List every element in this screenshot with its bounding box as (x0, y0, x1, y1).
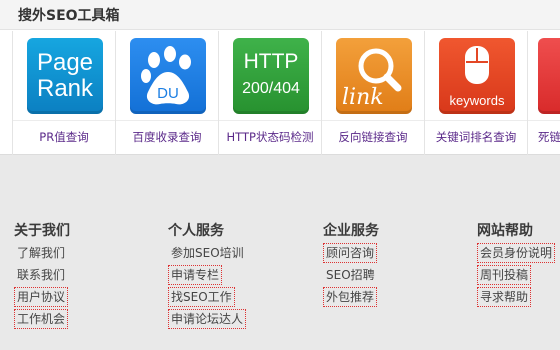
footer-link-contact[interactable]: 联系我们 (14, 265, 68, 285)
tool-label-deadlink[interactable]: 死链 (538, 129, 560, 145)
tool-label-baidu[interactable]: 百度收录查询 (116, 129, 218, 145)
footer-link-forum-expert[interactable]: 申请论坛达人 (168, 309, 247, 329)
divider (13, 120, 115, 121)
tool-keyword-rank[interactable]: keywords 关键词排名查询 (424, 31, 527, 155)
tool-label-keywords[interactable]: 关键词排名查询 (425, 129, 527, 145)
footer-link-membership[interactable]: 会员身份说明 (477, 243, 556, 263)
baidu-icon-text: DU (157, 85, 179, 102)
http-status-icon[interactable]: HTTP 200/404 (233, 38, 309, 114)
mouse-keywords-icon[interactable]: keywords (439, 38, 515, 114)
deadlink-icon[interactable] (538, 38, 560, 114)
tool-backlink[interactable]: link 反向链接查询 (321, 31, 424, 155)
divider (219, 120, 321, 121)
tool-label-pagerank[interactable]: PR值查询 (13, 129, 115, 145)
tool-baidu[interactable]: DU 百度收录查询 (115, 31, 218, 155)
footer-link-consulting[interactable]: 顾问咨询 (323, 243, 378, 263)
tool-label-backlink[interactable]: 反向链接查询 (322, 129, 424, 145)
keywords-icon-text: keywords (449, 93, 505, 108)
footer-link-apply-column[interactable]: 申请专栏 (168, 265, 223, 285)
baidu-paw-icon[interactable]: DU (130, 38, 206, 114)
pagerank-icon-text-1: Page (36, 49, 94, 76)
footer-heading-help: 网站帮助 (477, 223, 533, 239)
footer-heading-personal: 个人服务 (168, 223, 224, 239)
http-icon-text-2: 200/404 (242, 80, 300, 97)
footer-link-jobs[interactable]: 工作机会 (14, 309, 69, 329)
tool-grid: Page Rank PR值查询 DU 百度收录查询 HTTP 200/404 H… (0, 31, 560, 155)
footer-link-seo-training[interactable]: 参加SEO培训 (168, 243, 247, 263)
seo-toolbox-panel: 搜外SEO工具箱 Page Rank PR值查询 DU 百度收录查询 HTTP … (0, 0, 560, 155)
tool-http-status[interactable]: HTTP 200/404 HTTP状态码检测 (218, 31, 321, 155)
divider (425, 120, 527, 121)
footer-col-help: 网站帮助 会员身份说明 周刊投稿 寻求帮助 (477, 220, 560, 309)
tool-deadlink[interactable]: 死链 (527, 31, 560, 155)
pagerank-icon-text-2: Rank (36, 75, 94, 102)
footer-col-personal: 个人服务 参加SEO培训 申请专栏 找SEO工作 申请论坛达人 (168, 220, 308, 331)
divider (322, 120, 424, 121)
pagerank-icon[interactable]: Page Rank (27, 38, 103, 114)
site-footer: 关于我们 了解我们 联系我们 用户协议 工作机会 个人服务 参加SEO培训 申请… (0, 196, 560, 350)
footer-col-about: 关于我们 了解我们 联系我们 用户协议 工作机会 (14, 220, 154, 331)
footer-col-enterprise: 企业服务 顾问咨询 SEO招聘 外包推荐 (323, 220, 463, 309)
tool-pagerank[interactable]: Page Rank PR值查询 (12, 31, 115, 155)
panel-title: 搜外SEO工具箱 (18, 8, 120, 24)
footer-link-outsourcing[interactable]: 外包推荐 (323, 287, 378, 307)
footer-link-user-agreement[interactable]: 用户协议 (14, 287, 69, 307)
footer-link-find-seo-job[interactable]: 找SEO工作 (168, 287, 235, 307)
divider (116, 120, 218, 121)
magnifier-link-icon[interactable]: link (336, 38, 412, 114)
tool-label-http[interactable]: HTTP状态码检测 (219, 129, 321, 145)
footer-heading-about: 关于我们 (14, 223, 70, 239)
footer-link-about-us[interactable]: 了解我们 (14, 243, 68, 263)
footer-heading-enterprise: 企业服务 (323, 223, 379, 239)
footer-link-seek-help[interactable]: 寻求帮助 (477, 287, 532, 307)
panel-header: 搜外SEO工具箱 (0, 0, 560, 30)
footer-link-seo-recruit[interactable]: SEO招聘 (323, 265, 378, 285)
http-icon-text-1: HTTP (243, 50, 299, 73)
divider (528, 120, 560, 121)
footer-link-weekly-submit[interactable]: 周刊投稿 (477, 265, 532, 285)
link-icon-text: link (342, 85, 384, 110)
